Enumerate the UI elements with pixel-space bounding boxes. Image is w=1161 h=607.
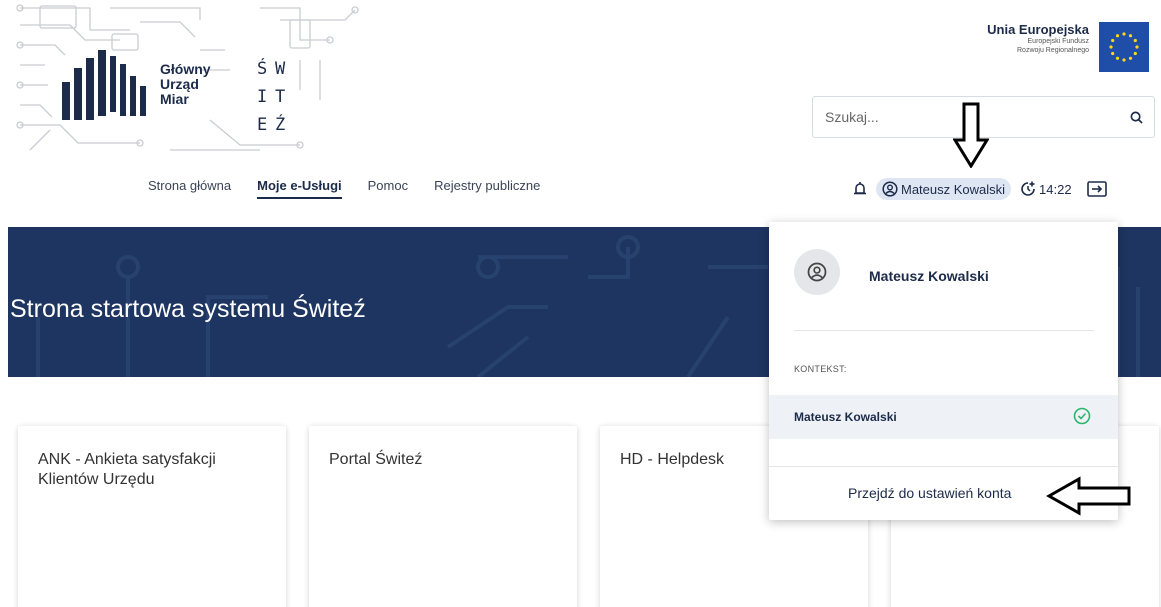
- eu-text: Unia Europejska Europejski Fundusz Rozwo…: [987, 22, 1089, 55]
- context-item-name: Mateusz Kowalski: [794, 410, 897, 424]
- service-card-portal[interactable]: Portal Świteź: [309, 426, 577, 607]
- switez-watermark-icon: [1009, 596, 1149, 607]
- annotation-arrow-down-icon: [953, 102, 989, 168]
- nav-item-home[interactable]: Strona główna: [148, 178, 231, 199]
- logo-line-2: Urząd: [160, 76, 199, 92]
- card-title: Portal Świteź: [329, 451, 423, 468]
- switez-letter: W: [275, 59, 286, 79]
- divider: [794, 330, 1094, 331]
- eu-subtitle-1: Europejski Fundusz: [1027, 38, 1089, 45]
- check-circle-icon: [1073, 407, 1091, 425]
- service-card-ank[interactable]: ANK - Ankieta satysfakcji Klientów Urzęd…: [18, 426, 286, 607]
- switez-watermark-icon: [427, 596, 567, 607]
- eu-funding-badge: Unia Europejska Europejski Fundusz Rozwo…: [987, 22, 1149, 72]
- search-button[interactable]: [1118, 97, 1154, 137]
- context-label: KONTEKST:: [794, 364, 847, 374]
- switez-letter: E: [257, 115, 267, 135]
- eu-flag-icon: [1099, 22, 1149, 72]
- switez-letter: I: [257, 87, 267, 107]
- user-circle-icon: [882, 181, 898, 197]
- switez-letter: Ś: [257, 57, 267, 79]
- context-item[interactable]: Mateusz Kowalski: [769, 395, 1118, 439]
- switez-letter: T: [275, 87, 285, 107]
- divider: [769, 466, 1118, 467]
- logo-line-3: Miar: [160, 91, 189, 107]
- bell-icon[interactable]: [852, 180, 868, 198]
- annotation-arrow-left-icon: [1046, 476, 1131, 516]
- gum-logo-text: Główny Urząd Miar: [160, 62, 211, 107]
- nav-item-public-registers[interactable]: Rejestry publiczne: [434, 178, 540, 199]
- banner-title: Strona startowa systemu Świteź: [10, 295, 366, 323]
- logo-line-1: Główny: [160, 61, 211, 77]
- user-bar: Mateusz Kowalski 14:22: [852, 178, 1108, 200]
- gum-logo-icon: [62, 50, 146, 120]
- account-settings-link[interactable]: Przejdź do ustawień konta: [848, 485, 1011, 501]
- eu-title: Unia Europejska: [987, 22, 1089, 37]
- session-time: 14:22: [1039, 181, 1072, 197]
- logout-icon[interactable]: [1086, 180, 1108, 198]
- search-icon: [1130, 111, 1143, 124]
- avatar: [794, 249, 840, 295]
- switez-logo: Ś W I T E Ź: [257, 57, 286, 135]
- switez-watermark-icon: [718, 596, 858, 607]
- user-menu-button[interactable]: Mateusz Kowalski: [876, 178, 1012, 200]
- user-name: Mateusz Kowalski: [901, 181, 1006, 197]
- session-timer[interactable]: 14:22: [1019, 180, 1072, 198]
- user-circle-icon: [807, 262, 827, 282]
- main-nav: Strona główna Moje e-Usługi Pomoc Rejest…: [148, 178, 540, 199]
- card-title: ANK - Ankieta satysfakcji Klientów Urzęd…: [38, 451, 216, 488]
- session-clock-icon: [1021, 181, 1035, 196]
- eu-subtitle-2: Rozwoju Regionalnego: [1017, 47, 1089, 54]
- dropdown-user-name: Mateusz Kowalski: [869, 268, 989, 284]
- switez-watermark-icon: [136, 596, 276, 607]
- nav-item-help[interactable]: Pomoc: [368, 178, 408, 199]
- nav-item-my-services[interactable]: Moje e-Usługi: [257, 178, 342, 199]
- switez-letter: Ź: [275, 113, 285, 135]
